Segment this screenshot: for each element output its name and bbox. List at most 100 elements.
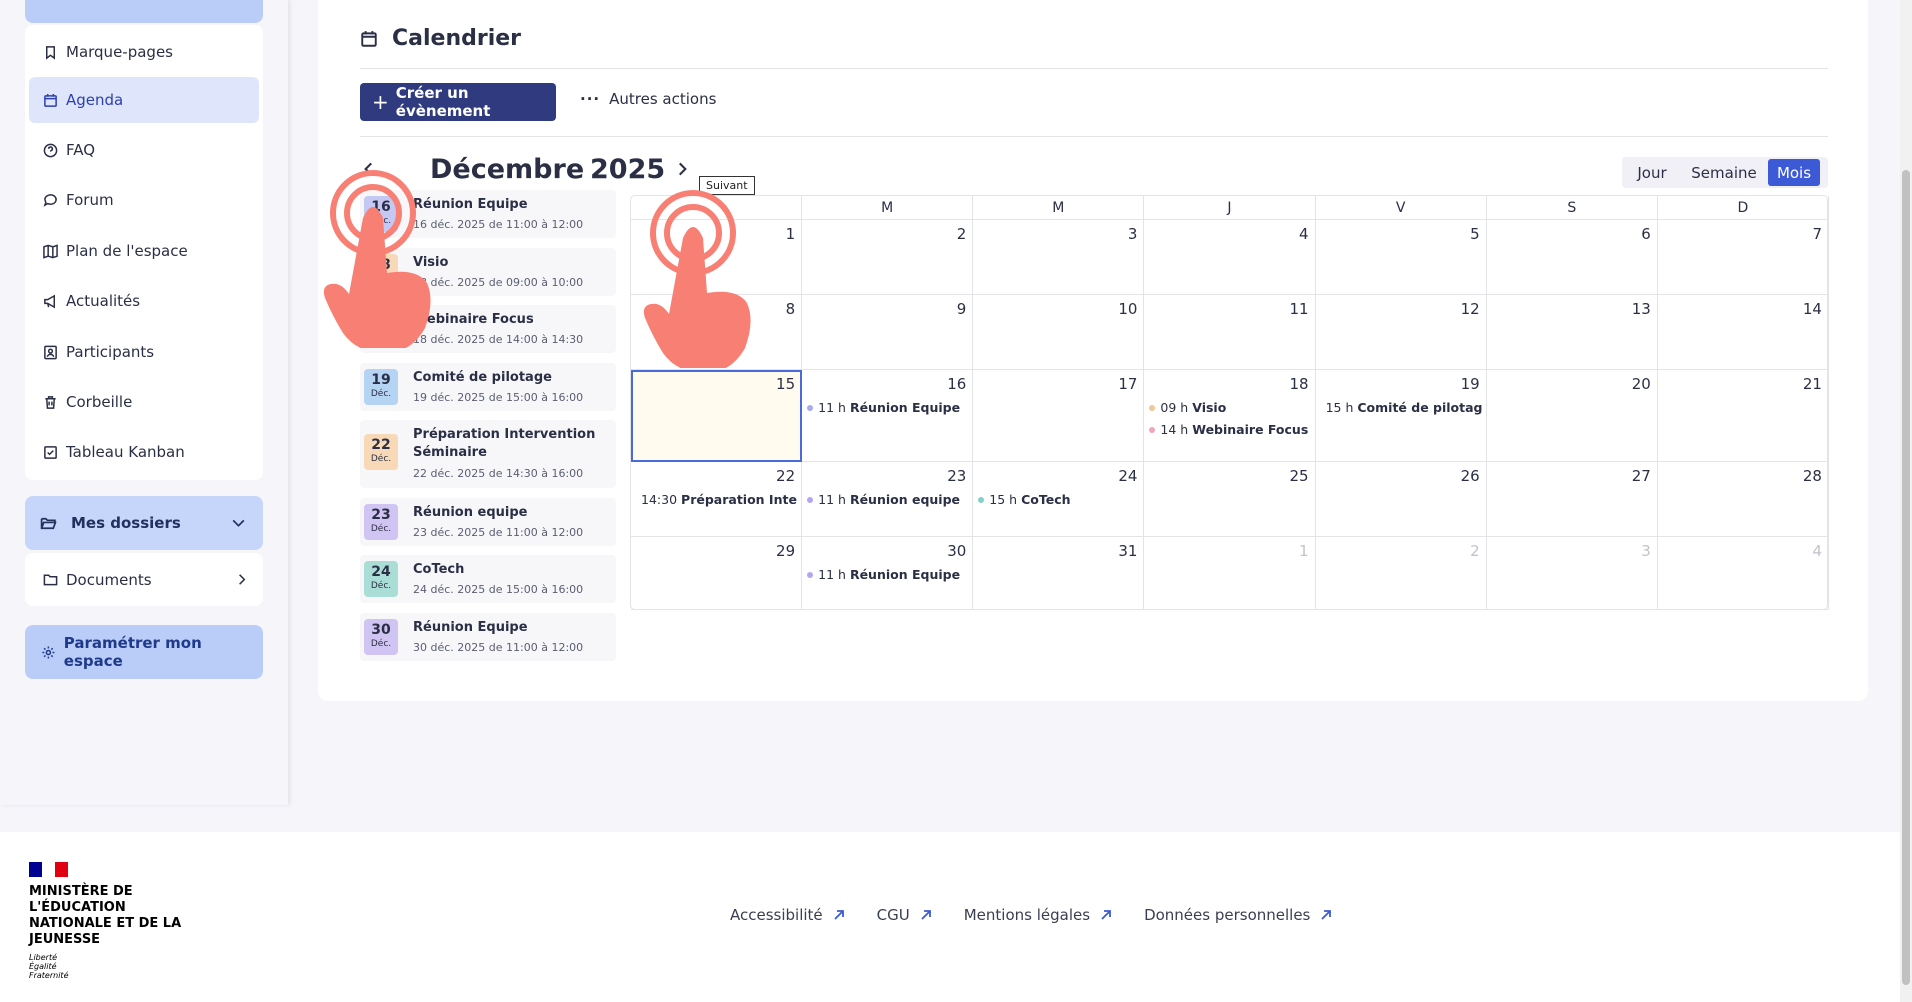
sidebar-item-forum[interactable]: Forum <box>29 177 259 223</box>
day-cell[interactable]: 7 <box>1657 220 1829 295</box>
weekday-header: V <box>1315 196 1487 220</box>
event-title: Réunion Equipe <box>413 620 528 635</box>
day-cell[interactable]: 13 <box>1486 295 1658 370</box>
documents-folder[interactable]: Documents <box>25 553 263 606</box>
view-month-button[interactable]: Mois <box>1768 159 1820 186</box>
calendar-event[interactable]: 11 h Réunion equipe <box>807 492 968 507</box>
external-link-icon <box>921 910 931 920</box>
day-number: 21 <box>1802 375 1822 393</box>
day-cell[interactable]: 24 15 h CoTech <box>973 462 1145 537</box>
day-number: 3 <box>1641 542 1651 560</box>
event-dot-icon <box>807 404 814 411</box>
day-cell[interactable]: 20 <box>1486 370 1658 462</box>
calendar-event[interactable]: 09 h Visio <box>1149 400 1310 415</box>
event-item[interactable]: 18 Déc. Visio 18 déc. 2025 de 09:00 à 10:… <box>360 248 616 296</box>
sidebar-item-agenda[interactable]: Agenda <box>29 77 259 123</box>
day-cell[interactable]: 29 <box>631 537 803 610</box>
calendar-event[interactable]: 15 h Comité de pilotage <box>1321 400 1482 415</box>
event-dot-icon <box>1149 404 1156 411</box>
event-item[interactable]: 19 Déc. Comité de pilotage 19 déc. 2025 d… <box>360 363 616 411</box>
event-item[interactable]: 16 Déc. Réunion Equipe 16 déc. 2025 de 11… <box>360 190 616 238</box>
day-cell[interactable]: 17 <box>973 370 1145 462</box>
sidebar-item-kanban[interactable]: Tableau Kanban <box>29 429 259 475</box>
footer-link-cgu[interactable]: CGU <box>877 906 932 924</box>
day-cell[interactable]: 1 <box>631 220 803 295</box>
day-number: 26 <box>1460 467 1480 485</box>
folder-open-icon <box>40 517 57 529</box>
calendar-event[interactable]: 11 h Réunion Equipe <box>807 567 968 582</box>
page-scrollbar[interactable] <box>1900 0 1912 1002</box>
day-cell[interactable]: 27 <box>1486 462 1658 537</box>
footer-link-mentions[interactable]: Mentions légales <box>964 906 1112 924</box>
sidebar-item-faq[interactable]: FAQ <box>29 127 259 173</box>
day-cell-today[interactable]: 15 <box>631 370 803 462</box>
day-cell[interactable]: 4 <box>1144 220 1316 295</box>
date-badge: 19 Déc. <box>364 369 398 405</box>
day-cell[interactable]: 4 <box>1657 537 1829 610</box>
event-item[interactable]: 24 Déc. CoTech 24 déc. 2025 de 15:00 à 16… <box>360 555 616 603</box>
day-cell[interactable]: 3 <box>973 220 1145 295</box>
day-number: 27 <box>1631 467 1651 485</box>
sidebar-item-participants[interactable]: Participants <box>29 329 259 375</box>
scrollbar-thumb[interactable] <box>1902 170 1910 985</box>
ellipsis-icon: ··· <box>580 90 601 108</box>
day-cell[interactable]: 30 11 h Réunion Equipe <box>802 537 974 610</box>
calendar-event[interactable]: 11 h Réunion Equipe <box>807 400 968 415</box>
ministry-name: MINISTÈRE DE L'ÉDUCATION NATIONALE ET DE… <box>29 884 182 947</box>
day-cell[interactable]: 2 <box>1315 537 1487 610</box>
day-cell[interactable]: 26 <box>1315 462 1487 537</box>
day-cell[interactable]: 12 <box>1315 295 1487 370</box>
sidebar-item-actualites[interactable]: Actualités <box>29 278 259 324</box>
day-cell[interactable]: 21 <box>1657 370 1829 462</box>
day-cell[interactable]: 28 <box>1657 462 1829 537</box>
day-cell[interactable]: 23 11 h Réunion equipe <box>802 462 974 537</box>
settings-space-button[interactable]: Paramétrer mon espace <box>25 625 263 679</box>
day-cell[interactable]: 11 <box>1144 295 1316 370</box>
my-folders-toggle[interactable]: Mes dossiers <box>25 496 263 550</box>
sidebar-item-corbeille[interactable]: Corbeille <box>29 379 259 425</box>
footer: MINISTÈRE DE L'ÉDUCATION NATIONALE ET DE… <box>0 832 1900 1002</box>
view-day-button[interactable]: Jour <box>1624 159 1680 186</box>
view-week-button[interactable]: Semaine <box>1680 159 1768 186</box>
event-title: Visio <box>413 255 449 270</box>
day-number: 30 <box>947 542 967 560</box>
footer-link-accessibilite[interactable]: Accessibilité <box>730 906 845 924</box>
day-cell[interactable]: 25 <box>1144 462 1316 537</box>
settings-space-label: Paramétrer mon espace <box>63 634 202 670</box>
next-month-button[interactable] <box>673 160 691 178</box>
day-cell[interactable]: 2 <box>802 220 974 295</box>
sidebar-item-marque-pages[interactable]: Marque-pages <box>29 29 259 75</box>
next-tooltip: Suivant <box>699 176 755 195</box>
day-cell[interactable]: 3 <box>1486 537 1658 610</box>
previous-month-button[interactable] <box>360 160 378 178</box>
create-event-button[interactable]: + Créer un évènement <box>360 83 556 121</box>
day-cell[interactable]: 19 15 h Comité de pilotage <box>1315 370 1487 462</box>
sidebar-item-label: Participants <box>66 343 155 361</box>
sidebar-top-button[interactable] <box>25 0 263 23</box>
calendar-event[interactable]: 15 h CoTech <box>978 492 1139 507</box>
calendar-event[interactable]: 14 h Webinaire Focus <box>1149 422 1310 437</box>
day-cell[interactable]: 8 <box>631 295 803 370</box>
map-icon <box>43 243 58 259</box>
day-cell[interactable]: 9 <box>802 295 974 370</box>
event-item[interactable]: 30 Déc. Réunion Equipe 30 déc. 2025 de 11… <box>360 613 616 661</box>
day-cell[interactable]: 18 09 h Visio 14 h Webinaire Focus <box>1144 370 1316 462</box>
day-cell[interactable]: 6 <box>1486 220 1658 295</box>
day-cell[interactable]: 14 <box>1657 295 1829 370</box>
day-cell[interactable]: 5 <box>1315 220 1487 295</box>
day-cell[interactable]: 31 <box>973 537 1145 610</box>
day-cell[interactable]: 1 <box>1144 537 1316 610</box>
day-cell[interactable]: 10 <box>973 295 1145 370</box>
event-item[interactable]: 18 Déc. Webinaire Focus 18 déc. 2025 de 1… <box>360 305 616 353</box>
day-cell[interactable]: 16 11 h Réunion Equipe <box>802 370 974 462</box>
footer-link-donnees[interactable]: Données personnelles <box>1144 906 1332 924</box>
event-item[interactable]: 22 Déc. Préparation Intervention Séminair… <box>360 420 616 488</box>
event-item[interactable]: 23 Déc. Réunion equipe 23 déc. 2025 de 11… <box>360 498 616 546</box>
day-cell[interactable]: 22 14:30Préparation Intervention Séminair… <box>631 462 803 537</box>
sidebar-item-plan[interactable]: Plan de l'espace <box>29 228 259 274</box>
sidebar-item-label: Actualités <box>66 292 141 310</box>
more-actions-button[interactable]: ··· Autres actions <box>580 90 716 108</box>
month-label: Décembre <box>430 154 585 185</box>
sidebar-item-label: Marque-pages <box>66 43 173 61</box>
calendar-event[interactable]: 14:30Préparation Intervention Séminaire <box>636 492 797 507</box>
